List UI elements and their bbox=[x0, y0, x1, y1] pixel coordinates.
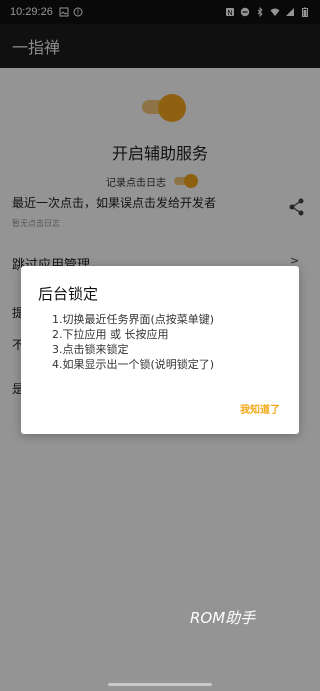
dialog-step: 1.切换最近任务界面(点按菜单键) bbox=[52, 313, 215, 326]
dialog-step: 4.如果显示出一个锁(说明锁定了) bbox=[52, 358, 215, 371]
dialog-step: 2.下拉应用 或 长按应用 bbox=[52, 328, 169, 341]
dialog-title: 后台锁定 bbox=[38, 285, 99, 303]
dialog-steps: 1.切换最近任务界面(点按菜单键) 2.下拉应用 或 长按应用 3.点击锁来锁定… bbox=[52, 312, 214, 372]
gesture-nav-pill[interactable] bbox=[108, 683, 212, 686]
confirm-button[interactable]: 我知道了 bbox=[240, 401, 280, 416]
background-lock-dialog: 后台锁定 1.切换最近任务界面(点按菜单键) 2.下拉应用 或 长按应用 3.点… bbox=[21, 266, 299, 434]
dialog-step: 3.点击锁来锁定 bbox=[52, 343, 129, 356]
watermark: ROM助手 bbox=[190, 609, 256, 627]
